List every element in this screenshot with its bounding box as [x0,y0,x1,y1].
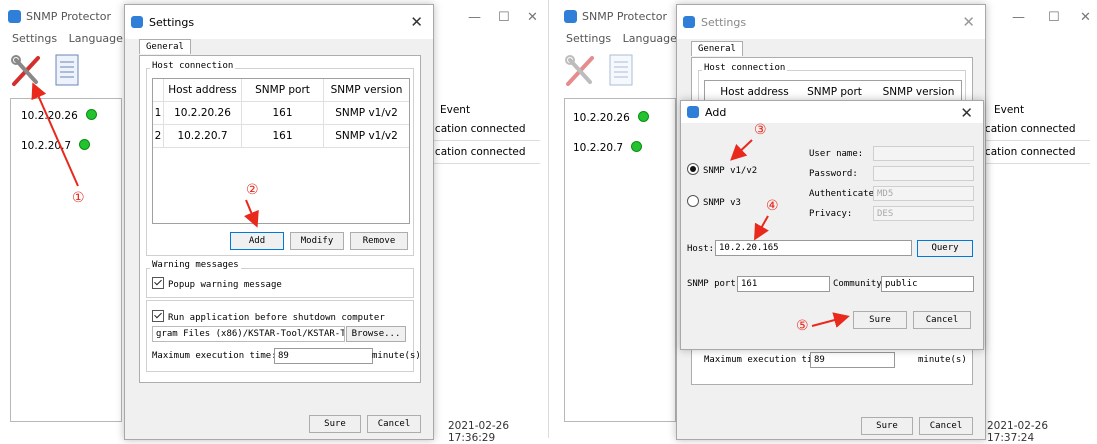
annotation-arrows [31,82,850,328]
arrow-step-5 [811,312,850,328]
arrow-step-2 [244,199,259,228]
tab-general[interactable]: General [139,39,191,54]
tab-general[interactable]: General [691,41,743,56]
arrow-step-4 [754,215,769,241]
arrow-step-1 [31,82,79,187]
arrow-step-3 [730,139,753,161]
